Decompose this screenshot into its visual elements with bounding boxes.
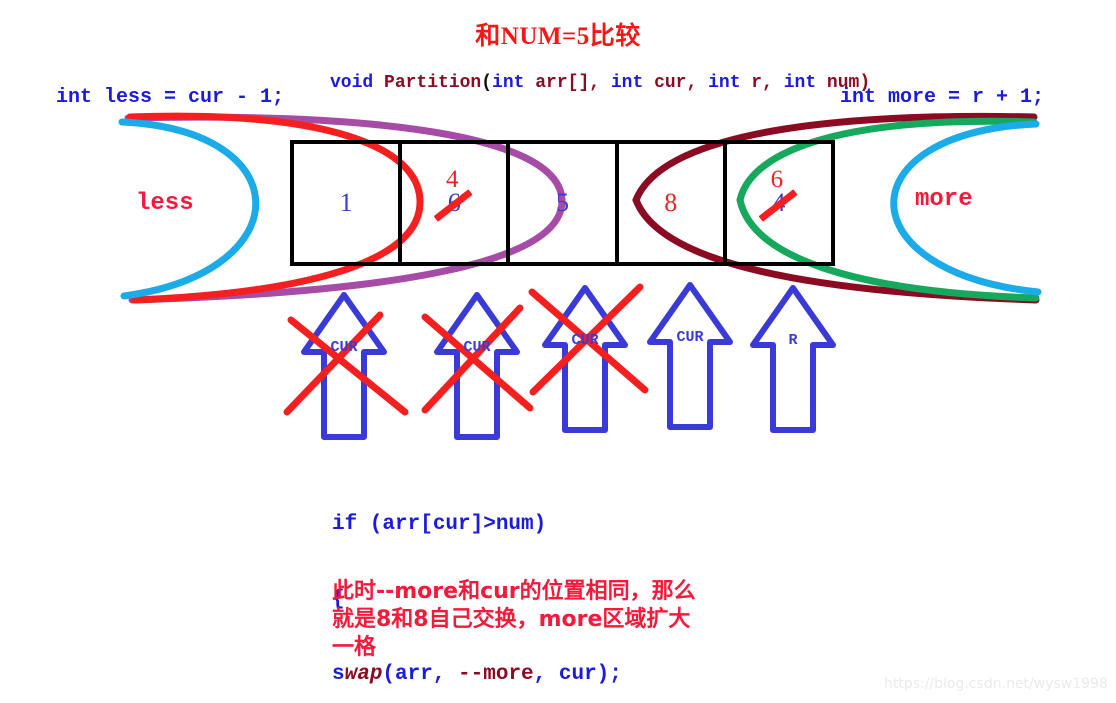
- annotation-line-2: 就是8和8自己交换，more区域扩大: [332, 607, 691, 632]
- function-signature: void Partition(int arr[], int cur, int r…: [330, 73, 870, 93]
- less-declaration: int less = cur - 1;: [56, 86, 285, 109]
- signature-param-cur: cur,: [643, 73, 709, 93]
- watermark: https://blog.csdn.net/wysw1998: [884, 676, 1108, 692]
- signature-param-r: r,: [740, 73, 784, 93]
- page-title: 和NUM=5比较: [475, 23, 641, 50]
- code-swap-wap: wap: [344, 663, 383, 686]
- arrow-label: CUR: [676, 329, 704, 346]
- code-swap-args-1: (arr,: [382, 663, 459, 686]
- code-line-if-text: if (arr[cur]>num): [332, 513, 547, 536]
- array-cell[interactable]: 6 4: [727, 144, 831, 262]
- arrow-pointer-2[interactable]: CUR: [429, 295, 525, 443]
- arrow-label: CUR: [330, 339, 358, 356]
- array-container: 1 4 6 5 8 6 4: [290, 140, 835, 266]
- annotation-note: 此时--more和cur的位置相同，那么 就是8和8自己交换，more区域扩大 …: [332, 578, 762, 662]
- more-declaration: int more = r + 1;: [840, 86, 1045, 109]
- code-swap-args-2: , cur);: [533, 663, 622, 686]
- arrow-pointer-5[interactable]: R: [745, 288, 841, 436]
- signature-param-arr: arr[],: [524, 73, 611, 93]
- code-swap-more: --more: [458, 663, 534, 686]
- array-cell[interactable]: 4 6: [402, 144, 511, 262]
- less-region-label: less: [136, 190, 194, 217]
- signature-kw-void: void: [330, 73, 385, 93]
- cell-value: 8: [664, 188, 678, 217]
- code-line-if: if (arr[cur]>num): [332, 512, 622, 537]
- signature-kw-int-2: int: [610, 73, 644, 93]
- signature-kw-int-4: int: [783, 73, 817, 93]
- cell-value: 1: [339, 188, 353, 217]
- signature-kw-int-3: int: [708, 73, 741, 93]
- signature-paren-open: (: [481, 73, 493, 93]
- array-cell[interactable]: 8: [619, 144, 727, 262]
- arrow-pointer-1[interactable]: CUR: [296, 295, 392, 443]
- arrow-pointer-4[interactable]: CUR: [642, 285, 738, 433]
- array-cell[interactable]: 1: [294, 144, 403, 262]
- array-cell[interactable]: 5: [510, 144, 619, 262]
- cell-new-value: 4: [446, 166, 459, 193]
- arrow-pointer-3[interactable]: CUR: [537, 288, 633, 436]
- signature-kw-int-1: int: [492, 73, 525, 93]
- annotation-line-1: 此时--more和cur的位置相同，那么: [332, 579, 696, 604]
- signature-fn-name: Partition: [384, 73, 482, 93]
- cell-value: 5: [556, 188, 569, 217]
- code-line-swap: swap(arr, --more, cur);: [332, 662, 622, 687]
- cell-new-value: 6: [770, 166, 784, 193]
- more-region-label: more: [915, 186, 973, 213]
- arrow-label: R: [788, 332, 798, 349]
- arrow-label: CUR: [463, 339, 491, 356]
- code-swap-s: s: [332, 663, 345, 686]
- diagram-canvas: 和NUM=5比较 void Partition(int arr[], int c…: [0, 0, 1116, 703]
- arrow-label: CUR: [571, 332, 599, 349]
- annotation-line-3: 一格: [332, 635, 377, 660]
